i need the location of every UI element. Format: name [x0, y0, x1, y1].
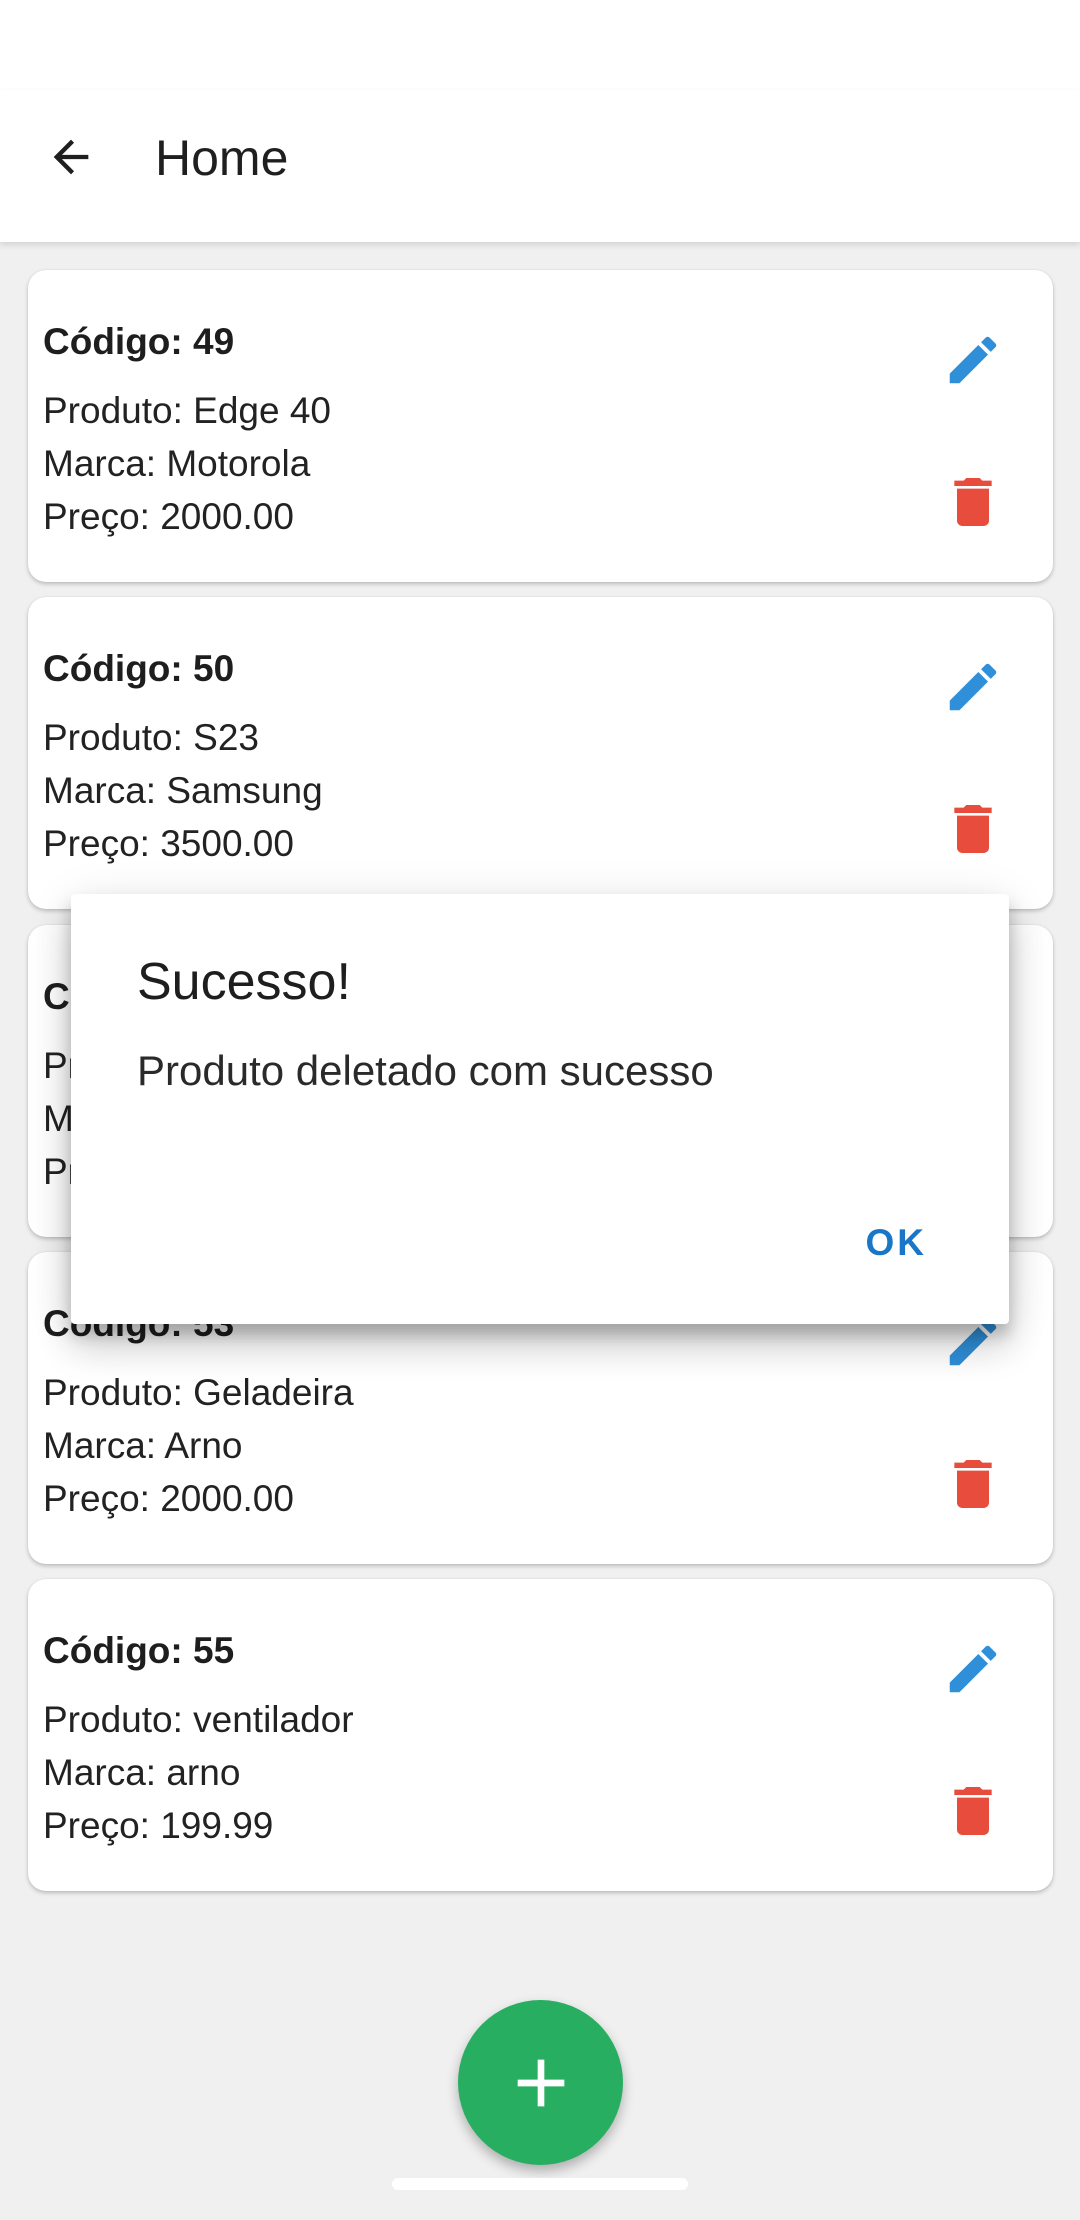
dialog-title: Sucesso!: [137, 953, 351, 1011]
ok-button[interactable]: OK: [854, 1216, 940, 1270]
success-dialog: Sucesso! Produto deletado com sucesso OK: [71, 894, 1009, 1324]
dialog-message: Produto deletado com sucesso: [137, 1047, 714, 1094]
